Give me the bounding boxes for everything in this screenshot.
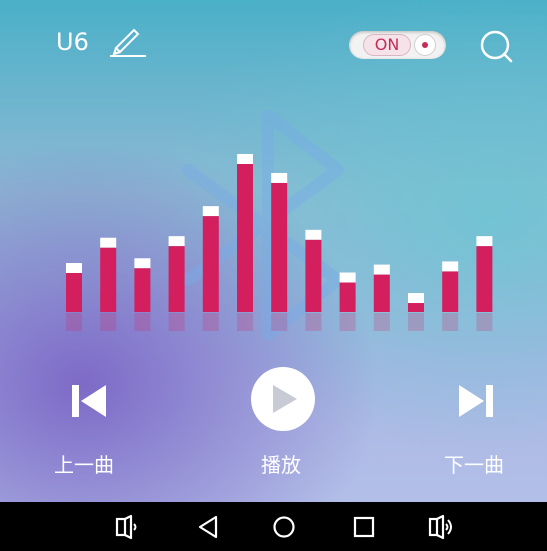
equalizer-bar-cap xyxy=(408,293,424,304)
equalizer-bar xyxy=(134,258,151,331)
equalizer-bar xyxy=(442,261,459,331)
equalizer-bar xyxy=(476,236,493,331)
equalizer-bar-reflection xyxy=(408,313,424,331)
previous-track-icon[interactable] xyxy=(72,385,106,417)
equalizer-bar-fill xyxy=(305,239,322,312)
equalizer-bar xyxy=(408,293,424,331)
equalizer-bar xyxy=(271,172,288,331)
equalizer-bar-cap xyxy=(100,237,117,248)
system-navigation-bar xyxy=(0,502,547,551)
equalizer-bar-fill xyxy=(202,216,219,312)
equalizer-bar-cap xyxy=(305,229,322,240)
equalizer-bar xyxy=(373,264,390,331)
equalizer-bar-cap xyxy=(202,206,219,217)
equalizer-bar-reflection xyxy=(100,313,117,331)
equalizer-bar xyxy=(202,206,219,331)
equalizer-bar-cap xyxy=(271,172,288,183)
volume-up-icon[interactable] xyxy=(428,514,454,540)
home-icon[interactable] xyxy=(271,514,297,540)
equalizer-bar-reflection xyxy=(476,313,493,331)
equalizer-bar-cap xyxy=(237,154,253,164)
equalizer-bar xyxy=(339,272,356,331)
equalizer-bar-reflection xyxy=(66,313,82,331)
equalizer-bar-reflection xyxy=(305,313,322,331)
music-player-screen: U6 ON 上一曲 播放 下一曲 xyxy=(0,0,547,551)
equalizer-bar-fill xyxy=(66,273,82,312)
equalizer-bar-reflection xyxy=(442,313,459,331)
equalizer-bar-cap xyxy=(339,272,356,283)
equalizer-bar xyxy=(66,263,82,331)
equalizer-bar-reflection xyxy=(134,313,151,331)
equalizer-bar-reflection xyxy=(168,313,185,331)
equalizer-bar-fill xyxy=(442,271,459,312)
equalizer-bar-fill xyxy=(100,247,117,312)
equalizer-bar xyxy=(305,229,322,331)
equalizer-bar-reflection xyxy=(373,313,390,331)
equalizer-bar-cap xyxy=(134,258,151,269)
back-icon[interactable] xyxy=(195,514,221,540)
next-track-icon[interactable] xyxy=(459,385,493,417)
play-label[interactable]: 播放 xyxy=(261,449,301,478)
equalizer-bar-cap xyxy=(476,236,493,247)
equalizer-bar-reflection xyxy=(237,313,253,331)
equalizer-bar-reflection xyxy=(202,313,219,331)
equalizer-bar-reflection xyxy=(271,313,288,331)
volume-down-icon[interactable] xyxy=(114,514,140,540)
equalizer-bar-fill xyxy=(168,246,185,312)
previous-track-label[interactable]: 上一曲 xyxy=(54,449,114,478)
equalizer-bar-cap xyxy=(442,261,459,272)
play-icon xyxy=(273,385,297,413)
equalizer-bar xyxy=(100,237,117,331)
equalizer-bar-fill xyxy=(237,164,253,312)
equalizer-bar-cap xyxy=(66,263,82,274)
equalizer-bar xyxy=(168,236,185,331)
equalizer xyxy=(66,154,493,331)
equalizer-bar-fill xyxy=(339,282,356,312)
equalizer-bar-fill xyxy=(373,274,390,312)
equalizer-bar-fill xyxy=(476,246,493,312)
equalizer-bar xyxy=(237,154,253,331)
recents-icon[interactable] xyxy=(351,514,377,540)
equalizer-bar-cap xyxy=(168,236,185,247)
equalizer-bar-fill xyxy=(134,268,151,312)
next-track-label[interactable]: 下一曲 xyxy=(444,449,504,478)
equalizer-bar-fill xyxy=(408,303,424,312)
equalizer-bar-reflection xyxy=(339,313,356,331)
equalizer-bar-cap xyxy=(373,264,390,275)
play-button[interactable] xyxy=(251,367,315,431)
equalizer-bar-fill xyxy=(271,182,288,312)
